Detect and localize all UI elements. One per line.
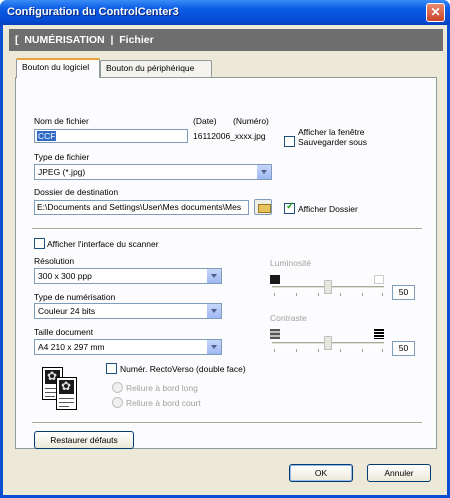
show-scanner-interface-checkbox[interactable] [34, 238, 45, 249]
filename-value: CCF [37, 131, 57, 141]
doc-size-dropdown[interactable]: A4 210 x 297 mm [34, 339, 222, 355]
scan-type-value: Couleur 24 bits [38, 306, 96, 316]
doc-size-value: A4 210 x 297 mm [38, 342, 105, 352]
destination-input[interactable]: E:\Documents and Settings\User\Mes docum… [34, 200, 249, 215]
divider [32, 228, 422, 230]
chevron-down-icon [206, 340, 221, 354]
show-folder-label: Afficher Dossier [298, 204, 358, 214]
show-folder-checkbox[interactable] [284, 201, 295, 214]
show-scanner-interface-label: Afficher l'interface du scanner [47, 239, 159, 249]
dialog-client: [ NUMÉRISATION | Fichier Bouton du logic… [3, 25, 447, 495]
close-button[interactable]: ✕ [426, 3, 445, 22]
cancel-button[interactable]: Annuler [367, 464, 431, 482]
tab-software-button[interactable]: Bouton du logiciel [16, 58, 100, 78]
browse-folder-button[interactable] [254, 199, 272, 215]
number-label: (Numéro) [233, 116, 269, 126]
dark-square-icon [270, 275, 280, 284]
chevron-down-icon [206, 269, 221, 283]
chevron-down-icon [256, 165, 271, 179]
resolution-label: Résolution [34, 256, 75, 266]
section-title: [ NUMÉRISATION | Fichier [15, 34, 154, 46]
ok-button[interactable]: OK [289, 464, 353, 482]
tab-device-button[interactable]: Bouton du périphérique [100, 60, 212, 77]
contrast-slider-thumb[interactable] [324, 336, 332, 350]
brightness-label: Luminosité [270, 258, 312, 268]
show-save-as-checkbox[interactable] [284, 136, 295, 147]
filetype-dropdown[interactable]: JPEG (*.jpg) [34, 164, 272, 180]
dialog-window: Configuration du ControlCenter3 ✕ [ NUMÉ… [0, 0, 450, 498]
destination-label: Dossier de destination [34, 187, 119, 197]
light-square-icon [374, 275, 384, 284]
contrast-value[interactable]: 50 [392, 341, 415, 356]
divider [32, 422, 422, 424]
doc-size-label: Taille document [34, 327, 94, 337]
duplex-page-icon [56, 377, 77, 410]
short-edge-label: Reliure à bord court [126, 398, 201, 408]
contrast-label: Contraste [270, 313, 307, 323]
brightness-value[interactable]: 50 [392, 285, 415, 300]
resolution-value: 300 x 300 ppp [38, 271, 92, 281]
duplex-label: Numér. RectoVerso (double face) [120, 364, 246, 374]
long-edge-label: Reliure à bord long [126, 383, 198, 393]
brightness-slider-thumb[interactable] [324, 280, 332, 294]
title-bar[interactable]: Configuration du ControlCenter3 ✕ [0, 0, 450, 25]
window-title: Configuration du ControlCenter3 [7, 6, 179, 18]
long-edge-radio[interactable] [112, 382, 123, 393]
high-contrast-icon [374, 329, 384, 339]
section-banner: [ NUMÉRISATION | Fichier [9, 29, 443, 51]
filename-input[interactable]: CCF [34, 129, 188, 143]
filetype-value: JPEG (*.jpg) [38, 167, 86, 177]
show-save-as-label: Afficher la fenêtre Sauvegarder sous [298, 127, 367, 147]
tab-panel: Nom de fichier (Date) (Numéro) CCF 16112… [15, 77, 437, 449]
filename-label: Nom de fichier [34, 116, 89, 126]
resolution-dropdown[interactable]: 300 x 300 ppp [34, 268, 222, 284]
low-contrast-icon [270, 329, 280, 339]
chevron-down-icon [206, 304, 221, 318]
filetype-label: Type de fichier [34, 152, 90, 162]
restore-defaults-button[interactable]: Restaurer défauts [34, 431, 134, 449]
short-edge-radio[interactable] [112, 397, 123, 408]
duplex-checkbox[interactable] [106, 363, 117, 374]
scan-type-label: Type de numérisation [34, 292, 116, 302]
date-label: (Date) [193, 116, 217, 126]
scan-type-dropdown[interactable]: Couleur 24 bits [34, 303, 222, 319]
generated-filename: 16112006_xxxx.jpg [193, 131, 266, 141]
